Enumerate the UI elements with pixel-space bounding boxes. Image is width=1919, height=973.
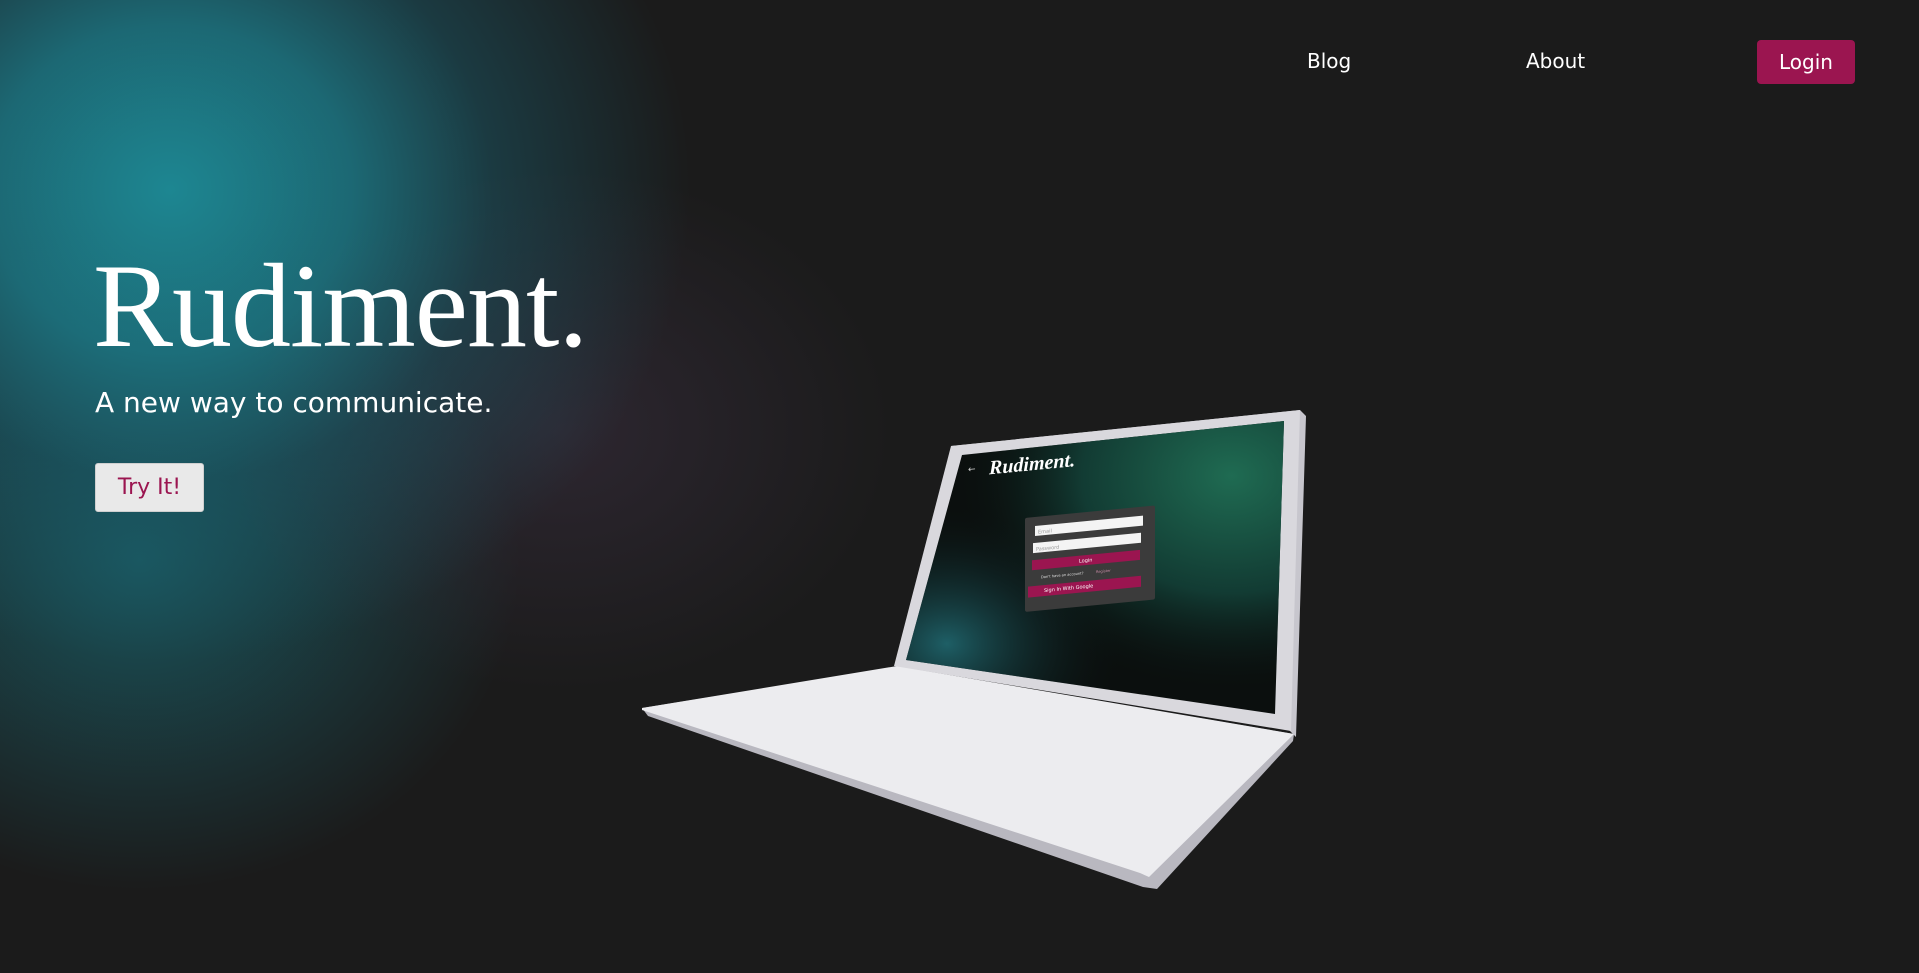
hero-title: Rudiment.: [93, 239, 588, 372]
nav-link-about[interactable]: About: [1526, 49, 1585, 73]
laptop-illustration: ← Rudiment. Email Password Login Don't h…: [642, 410, 1306, 889]
hero-subtitle: A new way to communicate.: [95, 386, 493, 419]
screen-back-icon: ←: [968, 465, 976, 476]
try-it-button[interactable]: Try It!: [95, 463, 204, 512]
nav-link-blog[interactable]: Blog: [1307, 49, 1351, 73]
login-button[interactable]: Login: [1757, 40, 1855, 84]
